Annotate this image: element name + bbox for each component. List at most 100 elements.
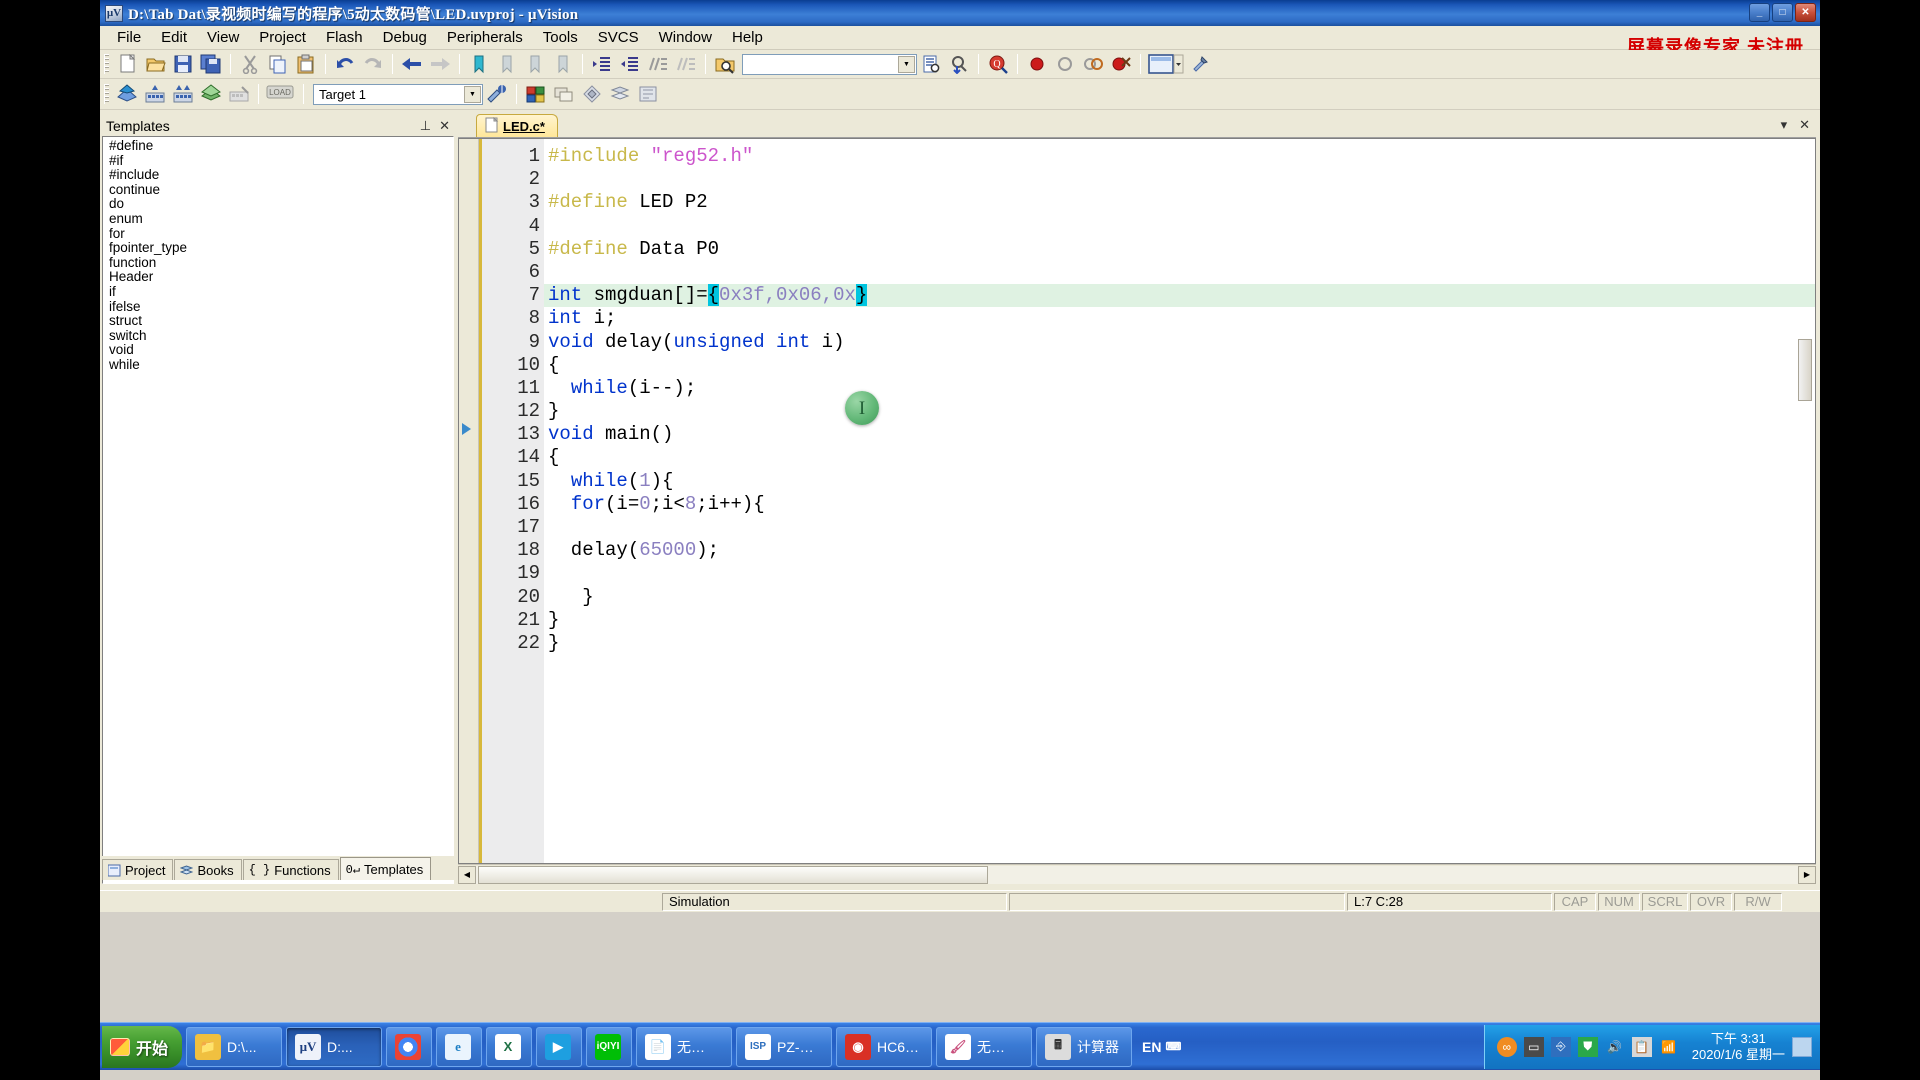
list-item[interactable]: if bbox=[105, 284, 453, 300]
taskbar-item-excel[interactable]: X bbox=[486, 1026, 533, 1067]
navigate-forward-icon[interactable] bbox=[427, 52, 453, 76]
code-line[interactable] bbox=[544, 516, 1815, 539]
breakpoint-disable-icon[interactable] bbox=[1052, 52, 1078, 76]
find-in-files-icon[interactable] bbox=[712, 52, 738, 76]
chevron-down-icon[interactable]: ▼ bbox=[898, 55, 915, 73]
utilities-icon[interactable] bbox=[635, 82, 661, 106]
code-line[interactable]: } bbox=[544, 400, 1815, 423]
list-item[interactable]: fpointer_type bbox=[105, 241, 453, 256]
bookmark-next-icon[interactable] bbox=[522, 52, 548, 76]
volume-icon[interactable]: 🔊 bbox=[1605, 1037, 1625, 1057]
list-item[interactable]: switch bbox=[105, 328, 453, 344]
list-item[interactable]: #include bbox=[105, 168, 453, 183]
scroll-track[interactable] bbox=[476, 865, 1798, 884]
paste-icon[interactable] bbox=[293, 52, 319, 76]
breakpoint-icon[interactable] bbox=[1024, 52, 1050, 76]
toolbar-grip[interactable] bbox=[104, 84, 109, 104]
code-line[interactable] bbox=[544, 261, 1815, 284]
code-editor[interactable]: 1 2 3 4 5 6 7 8 9 10 11 12 13 14 15 16 17 18 19 20 21 22 #inc… bbox=[458, 138, 1816, 864]
network-icon[interactable]: 📶 bbox=[1659, 1037, 1679, 1057]
comment-icon[interactable] bbox=[645, 52, 671, 76]
tab-list-icon[interactable]: ▾ bbox=[1781, 117, 1788, 133]
monitor-icon[interactable]: ▭ bbox=[1523, 1036, 1544, 1057]
code-line[interactable]: delay(65000); bbox=[544, 539, 1815, 562]
scroll-right-button[interactable]: ▶ bbox=[1798, 865, 1816, 884]
redo-icon[interactable] bbox=[360, 52, 386, 76]
taskbar-item-iqiyi[interactable]: iQIYI bbox=[586, 1026, 633, 1067]
scroll-thumb[interactable] bbox=[478, 865, 988, 884]
code-line[interactable]: int smgduan[]={0x3f,0x06,0x} bbox=[544, 284, 1815, 308]
uncomment-icon[interactable] bbox=[673, 52, 699, 76]
code-line[interactable]: for(i=0;i<8;i++){ bbox=[544, 493, 1815, 516]
manage-multi-project-icon[interactable] bbox=[551, 82, 577, 106]
taskbar-item-paint[interactable]: 🖌 无… bbox=[936, 1026, 1033, 1067]
vertical-scrollbar-thumb[interactable] bbox=[1798, 339, 1812, 401]
download-icon[interactable]: LOAD bbox=[265, 82, 297, 106]
code-line[interactable]: void main() bbox=[544, 423, 1815, 446]
bookmark-find-icon[interactable] bbox=[918, 52, 944, 76]
maximize-button[interactable]: □ bbox=[1772, 3, 1793, 22]
configure-icon[interactable] bbox=[1187, 52, 1213, 76]
bookmark-clear-icon[interactable] bbox=[550, 52, 576, 76]
translate-icon[interactable] bbox=[114, 82, 140, 106]
list-item[interactable]: while bbox=[105, 357, 453, 373]
close-button[interactable]: ✕ bbox=[1795, 3, 1816, 22]
target-options-icon[interactable] bbox=[484, 82, 510, 106]
code-line[interactable]: } bbox=[544, 586, 1815, 609]
list-item[interactable]: ifelse bbox=[105, 299, 453, 315]
list-item[interactable]: enum bbox=[105, 211, 453, 227]
pin-icon[interactable]: ⊥ bbox=[420, 118, 431, 134]
incremental-find-icon[interactable] bbox=[946, 52, 972, 76]
sidebar-tab-books[interactable]: Books bbox=[174, 859, 242, 880]
code-line[interactable]: while(i--); bbox=[544, 377, 1815, 400]
components-icon[interactable] bbox=[579, 82, 605, 106]
code-line[interactable]: #include "reg52.h" bbox=[544, 145, 1815, 168]
list-item[interactable]: Header bbox=[105, 270, 453, 285]
list-item[interactable]: #define bbox=[105, 138, 453, 154]
taskbar-item-chrome[interactable] bbox=[386, 1026, 433, 1067]
open-file-icon[interactable] bbox=[142, 52, 168, 76]
menu-help[interactable]: Help bbox=[723, 27, 772, 48]
save-all-icon[interactable] bbox=[198, 52, 224, 76]
code-line[interactable]: #define LED P2 bbox=[544, 191, 1815, 214]
copy-icon[interactable] bbox=[265, 52, 291, 76]
breakpoint-kill-all-icon[interactable] bbox=[1108, 52, 1134, 76]
menu-window[interactable]: Window bbox=[650, 27, 721, 48]
undo-icon[interactable] bbox=[332, 52, 358, 76]
ime-indicator[interactable]: EN ⌨ bbox=[1136, 1039, 1187, 1055]
breakpoint-disable-all-icon[interactable] bbox=[1080, 52, 1106, 76]
taskbar-item-uvision[interactable]: µV D:... bbox=[286, 1026, 383, 1067]
new-file-icon[interactable] bbox=[114, 52, 140, 76]
scroll-left-button[interactable]: ◀ bbox=[458, 865, 476, 884]
outdent-icon[interactable] bbox=[617, 52, 643, 76]
close-icon[interactable]: ✕ bbox=[1799, 117, 1810, 133]
document-tab-led-c[interactable]: LED.c* bbox=[476, 114, 558, 137]
list-item[interactable]: struct bbox=[105, 314, 453, 329]
start-button[interactable]: 开始 bbox=[102, 1025, 183, 1068]
build-target-icon[interactable] bbox=[142, 82, 168, 106]
code-line[interactable]: #define Data P0 bbox=[544, 238, 1815, 261]
code-line[interactable]: int i; bbox=[544, 307, 1815, 330]
menu-tools[interactable]: Tools bbox=[534, 27, 587, 48]
code-line[interactable] bbox=[544, 168, 1815, 191]
horizontal-scrollbar[interactable]: ◀ ▶ bbox=[458, 864, 1816, 884]
shield-icon[interactable]: ⛊ bbox=[1577, 1036, 1598, 1057]
code-line[interactable] bbox=[544, 215, 1815, 238]
menu-project[interactable]: Project bbox=[250, 27, 315, 48]
list-item[interactable]: void bbox=[105, 343, 453, 358]
menu-view[interactable]: View bbox=[198, 27, 248, 48]
taskbar-item-youku[interactable]: ▶ bbox=[536, 1026, 583, 1067]
manage-project-items-icon[interactable] bbox=[523, 82, 549, 106]
batch-build-icon[interactable] bbox=[198, 82, 224, 106]
code-line[interactable]: { bbox=[544, 354, 1815, 377]
clipboard-icon[interactable]: 📋 bbox=[1631, 1036, 1652, 1057]
minimize-button[interactable]: _ bbox=[1749, 3, 1770, 22]
stop-build-icon[interactable] bbox=[226, 82, 252, 106]
show-desktop-icon[interactable] bbox=[1792, 1036, 1812, 1057]
taskbar-item-explorer[interactable]: 📁 D:\... bbox=[186, 1026, 283, 1067]
taskbar-item-isp[interactable]: ISP PZ-… bbox=[736, 1026, 833, 1067]
save-icon[interactable] bbox=[170, 52, 196, 76]
toolbar-grip[interactable] bbox=[104, 54, 109, 74]
bookmark-prev-icon[interactable] bbox=[494, 52, 520, 76]
bookmark-toggle-icon[interactable] bbox=[466, 52, 492, 76]
